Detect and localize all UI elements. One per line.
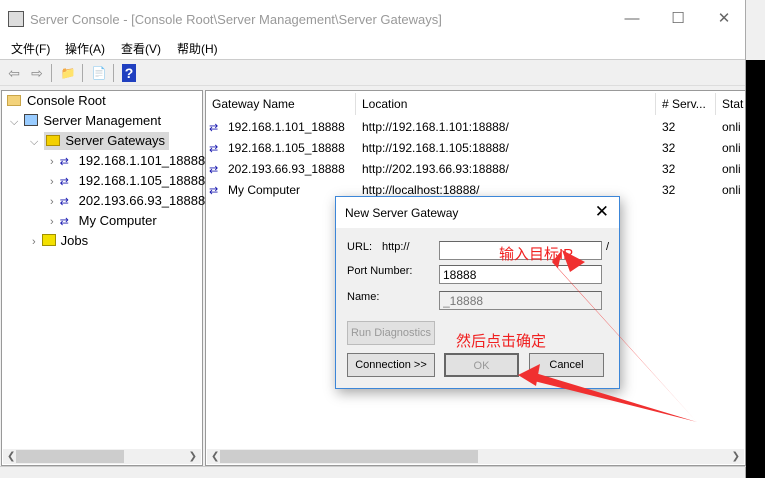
column-header-gateway-name[interactable]: Gateway Name [206,93,356,115]
toolbar: ⇦ ⇨ 📁 📄 ? [0,60,745,86]
menu-bar: 文件(F) 操作(A) 查看(V) 帮助(H) [0,40,745,60]
status-bar [0,466,746,478]
help-icon[interactable]: ? [122,64,136,82]
scroll-left-icon[interactable]: ❮ [7,449,15,464]
list-cell: onli [722,120,741,134]
toolbar-separator [113,64,114,82]
gateway-icon: ⇄ [209,122,219,134]
column-header-servers[interactable]: # Serv... [656,93,716,115]
toolbar-separator [82,64,83,82]
cancel-button[interactable]: Cancel [529,353,604,377]
gateway-icon: ⇄ [59,196,69,208]
list-cell: 32 [662,183,676,197]
menu-help[interactable]: 帮助(H) [177,40,218,57]
toolbar-separator [51,64,52,82]
gateway-icon: ⇄ [209,164,219,176]
tree-pane: Console Root ⌵ Server Management ⌵ Server … [1,90,205,466]
tree-item-server-gateways[interactable]: ⌵ Server Gateways [30,131,170,151]
list-cell: 32 [662,120,676,134]
name-label: Name: [347,291,380,303]
list-cell: 32 [662,162,676,176]
server-management-icon [24,114,39,126]
gateway-icon: ⇄ [59,216,69,228]
chevron-right-icon[interactable]: › [50,196,54,208]
forward-icon[interactable]: ⇨ [28,64,46,82]
tree-item-gateway[interactable]: › ⇄ 192.168.1.105_18888 [50,171,205,191]
tree-horizontal-scrollbar[interactable]: ❮ ❯ [3,449,201,464]
port-label: Port Number: [347,265,413,277]
chevron-down-icon[interactable]: ⌵ [10,116,18,128]
ok-button[interactable]: OK [444,353,519,377]
list-cell: 32 [662,141,676,155]
chevron-right-icon[interactable]: › [50,176,54,188]
list-horizontal-scrollbar[interactable]: ❮ ❯ [207,449,744,464]
dialog-title: New Server Gateway [336,197,619,228]
export-list-icon[interactable]: 📄 [90,64,108,82]
scroll-right-icon[interactable]: ❯ [732,449,740,464]
list-cell: onli [722,141,741,155]
back-icon[interactable]: ⇦ [5,64,23,82]
chevron-down-icon[interactable]: ⌵ [30,136,38,148]
list-cell[interactable]: ⇄ 192.168.1.105_18888 [209,138,363,159]
list-cell: http://192.168.1.101:18888/ [362,120,509,134]
url-suffix: / [606,241,610,253]
scroll-thumb[interactable] [220,450,478,463]
gateway-icon: ⇄ [209,143,219,155]
list-cell: onli [722,162,741,176]
app-icon [8,11,24,27]
minimize-button[interactable]: — [618,8,646,32]
column-header-location[interactable]: Location [356,93,656,115]
scroll-right-icon[interactable]: ❯ [189,449,197,464]
folder-icon [7,95,21,106]
tree-item-gateway[interactable]: › ⇄ 192.168.1.101_18888 [50,151,205,171]
tree-item-gateway[interactable]: › ⇄ My Computer [50,211,157,231]
list-cell[interactable]: ⇄ 202.193.66.93_18888 [209,159,363,180]
menu-action[interactable]: 操作(A) [65,40,105,57]
tree-item-console-root[interactable]: Console Root [7,91,106,111]
column-header-status[interactable]: Stat [716,93,746,115]
gateway-icon: ⇄ [209,185,219,197]
menu-view[interactable]: 查看(V) [121,40,161,57]
dialog-close-icon[interactable]: ✕ [595,202,609,222]
list-cell: http://192.168.1.105:18888/ [362,141,509,155]
new-server-gateway-dialog: New Server Gateway ✕ URL: http:// / Port… [335,196,620,389]
up-folder-icon[interactable]: 📁 [59,64,77,82]
tree-item-jobs[interactable]: › Jobs [32,231,88,251]
annotation-then-ok: 然后点击确定 [456,333,547,350]
list-cell: onli [722,183,741,197]
jobs-icon [41,234,56,246]
gateway-icon: ⇄ [59,156,69,168]
tree-item-server-management[interactable]: ⌵ Server Management [10,111,161,131]
port-input[interactable] [439,265,602,284]
list-cell[interactable]: ⇄ 192.168.1.101_18888 [209,117,363,138]
close-button[interactable]: ✕ [710,8,738,32]
annotation-enter-ip: 输入目标IP [499,246,574,263]
scroll-thumb[interactable] [16,450,124,463]
list-cell: http://202.193.66.93:18888/ [362,162,509,176]
tree-item-gateway[interactable]: › ⇄ 202.193.66.93_18888 [50,191,205,211]
chevron-right-icon[interactable]: › [32,236,36,248]
menu-file[interactable]: 文件(F) [11,40,50,57]
window-title: Server Console - [Console Root\Server Ma… [30,12,442,27]
chevron-right-icon[interactable]: › [50,156,54,168]
background-window-edge [746,0,765,60]
title-bar: Server Console - [Console Root\Server Ma… [0,0,745,40]
scroll-left-icon[interactable]: ❮ [211,449,219,464]
name-input[interactable] [439,291,602,310]
connection-button[interactable]: Connection >> [347,353,435,377]
gateway-icon: ⇄ [59,176,69,188]
maximize-button[interactable]: ☐ [664,8,692,32]
url-label: URL: [347,241,373,253]
run-diagnostics-button[interactable]: Run Diagnostics [347,321,435,345]
url-prefix: http:// [382,241,410,253]
chevron-right-icon[interactable]: › [50,216,54,228]
gateway-folder-icon [46,135,61,146]
